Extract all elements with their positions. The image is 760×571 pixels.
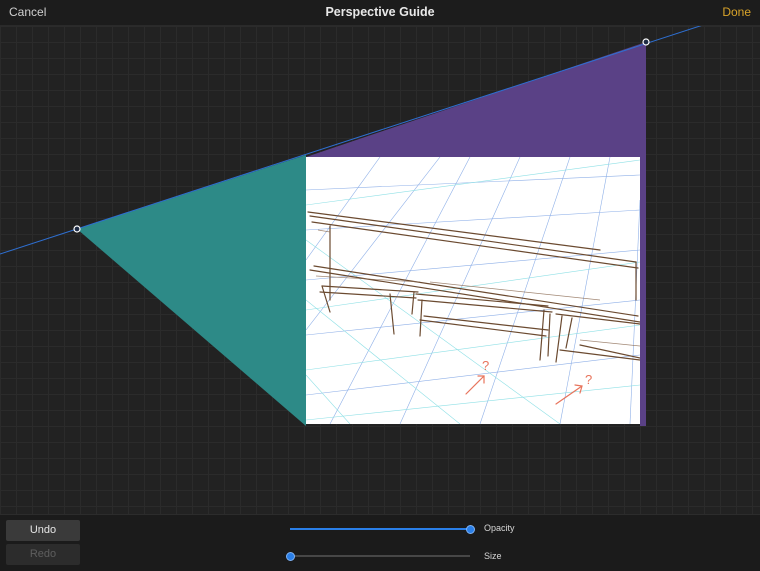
top-bar: Cancel Perspective Guide Done xyxy=(0,0,760,26)
vanishing-point-handle-left[interactable] xyxy=(73,225,81,233)
bottom-toolbar: Undo Redo Opacity Size xyxy=(0,514,760,571)
opacity-label: Opacity xyxy=(484,523,515,533)
size-slider[interactable] xyxy=(286,550,470,562)
size-label: Size xyxy=(484,551,502,561)
undo-button[interactable]: Undo xyxy=(6,520,80,541)
slider-knob[interactable] xyxy=(466,525,475,534)
opacity-slider[interactable] xyxy=(290,523,475,535)
page-title: Perspective Guide xyxy=(325,5,435,19)
left-perspective-plane xyxy=(77,155,306,426)
slider-fill xyxy=(290,528,470,530)
sketch-question-mark: ? xyxy=(482,358,489,373)
slider-track xyxy=(290,555,470,557)
vanishing-point-handle-right[interactable] xyxy=(642,38,650,46)
slider-knob[interactable] xyxy=(286,552,295,561)
drawing-canvas[interactable]: ? ? xyxy=(0,26,760,514)
done-button[interactable]: Done xyxy=(722,5,751,19)
redo-button[interactable]: Redo xyxy=(6,544,80,565)
sketch-question-mark: ? xyxy=(585,372,592,387)
perspective-guide: ? ? xyxy=(0,26,702,426)
sketch-image: ? ? xyxy=(306,157,640,424)
